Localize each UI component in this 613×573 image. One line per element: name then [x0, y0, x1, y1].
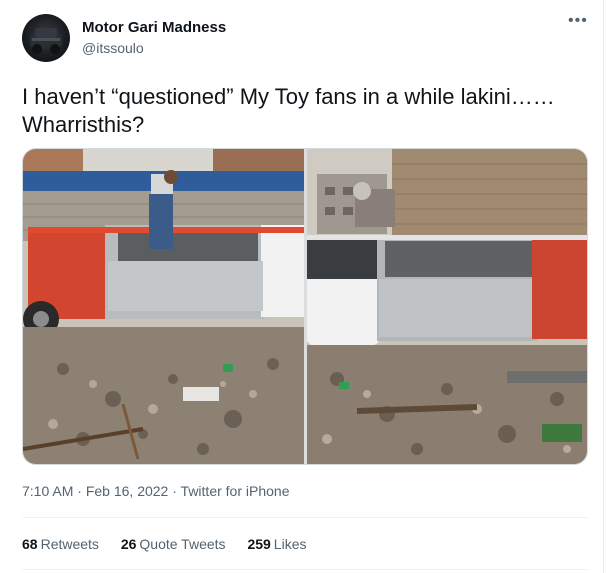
quote-tweets-stat[interactable]: 26 Quote Tweets: [121, 536, 226, 552]
avatar-car-image: [30, 28, 62, 54]
tweet-text: I haven’t “questioned” My Toy fans in a …: [22, 83, 592, 139]
tweet-text-line: I haven’t “questioned” My Toy fans in a …: [22, 84, 555, 109]
divider: [22, 517, 588, 518]
tweet-source[interactable]: Twitter for iPhone: [181, 483, 290, 499]
retweets-label: Retweets: [40, 536, 99, 552]
quote-tweets-label: Quote Tweets: [139, 536, 226, 552]
meta-separator: ·: [168, 483, 181, 499]
retweets-count: 68: [22, 536, 38, 552]
author-handle[interactable]: @itssoulo: [82, 40, 144, 56]
likes-label: Likes: [273, 536, 307, 552]
tweet-text-line: Wharristhis?: [22, 112, 145, 137]
tweet-photo-1[interactable]: [23, 149, 304, 465]
avatar[interactable]: [22, 14, 70, 62]
quote-tweets-count: 26: [120, 536, 137, 552]
tweet-time[interactable]: 7:10 AM: [22, 483, 73, 499]
more-horizontal-icon[interactable]: •••: [568, 13, 588, 29]
likes-stat[interactable]: 259 Likes: [247, 536, 306, 552]
tweet-photo-2[interactable]: [307, 149, 588, 465]
tweet-meta: 7:10 AM · Feb 16, 2022 · Twitter for iPh…: [22, 483, 289, 499]
divider: [22, 569, 588, 570]
author-name[interactable]: Motor Gari Madness: [82, 19, 226, 36]
tweet-card: Motor Gari Madness @itssoulo ••• I haven…: [0, 0, 604, 573]
likes-count: 259: [247, 536, 271, 552]
engagement-stats: 68 Retweets 26 Quote Tweets 259 Likes: [22, 536, 324, 552]
retweets-stat[interactable]: 68 Retweets: [22, 536, 99, 552]
meta-separator: ·: [73, 483, 86, 499]
tweet-media[interactable]: [22, 148, 588, 465]
tweet-date[interactable]: Feb 16, 2022: [86, 483, 169, 499]
